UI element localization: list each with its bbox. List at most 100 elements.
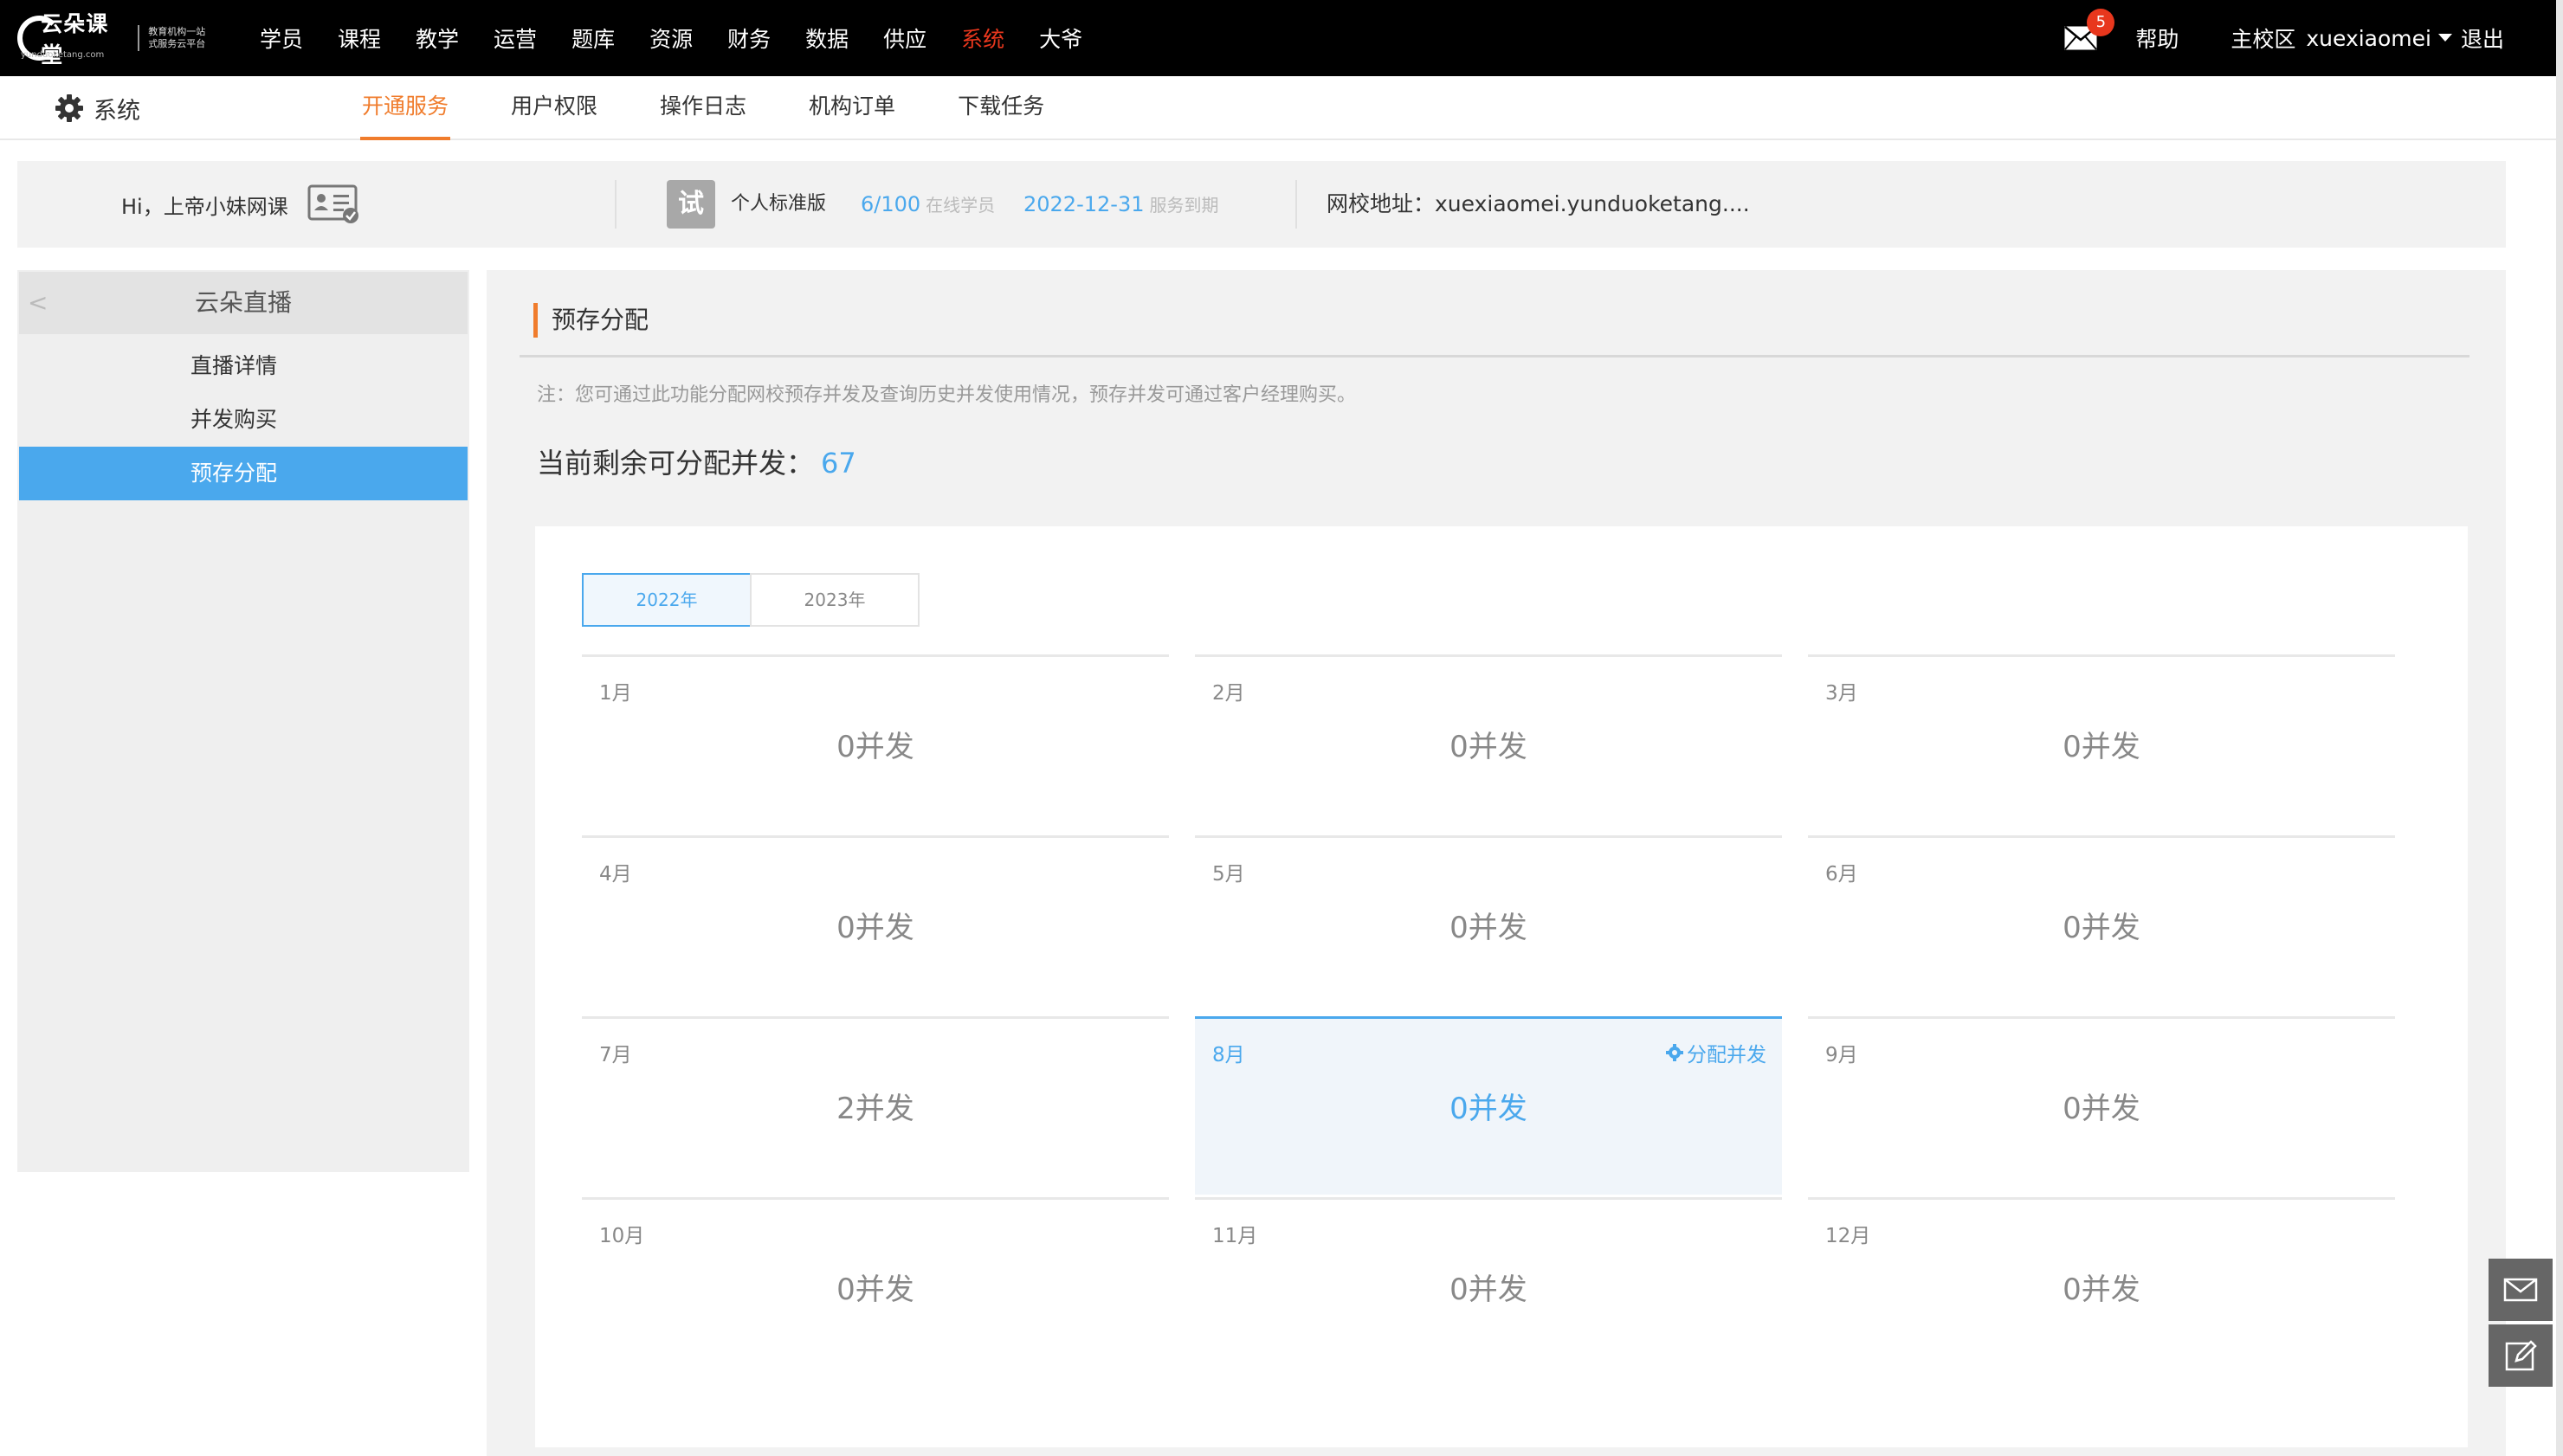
month-label: 12月	[1825, 1225, 1871, 1247]
allocation-card: 2022年 2023年 1月 0并发 2月 0并发 3月 0并发 4月 0并发 …	[535, 526, 2468, 1447]
chevron-left-icon[interactable]: <	[28, 272, 48, 334]
greeting-text: Hi，上帝小妹网课	[121, 194, 288, 219]
sidebar-item-concurrency-purchase[interactable]: 并发购买	[19, 393, 468, 447]
campus-label: 主校区	[2231, 27, 2296, 52]
assign-label: 分配并发	[1687, 1044, 1766, 1066]
tab-open-service[interactable]: 开通服务	[359, 76, 451, 140]
month-value: 0并发	[2063, 911, 2140, 945]
expire-date: 2022-12-31	[1023, 192, 1145, 216]
online-label: 在线学员	[926, 195, 996, 216]
site-url[interactable]: xuexiaomei.yunduoketang....	[1435, 191, 1750, 216]
month-value: 0并发	[2063, 1272, 2140, 1307]
section-header: 系统	[54, 76, 140, 140]
nav-item-finance[interactable]: 财务	[727, 23, 771, 54]
month-cell-highlighted[interactable]: 8月 分配并发 0并发	[1195, 1016, 1782, 1195]
month-value: 0并发	[836, 1272, 914, 1307]
expire-label: 服务到期	[1149, 195, 1219, 216]
window-scrollbar[interactable]	[2556, 0, 2563, 1456]
month-cell[interactable]: 11月 0并发	[1195, 1197, 1782, 1375]
tab-org-orders[interactable]: 机构订单	[809, 76, 895, 140]
gear-small-icon	[1666, 1044, 1683, 1061]
brand-logo[interactable]: 云朵课堂 yunduoketang.com 教育机构一站 式服务云平台	[17, 11, 208, 68]
month-cell[interactable]: 7月 2并发	[582, 1016, 1169, 1195]
nav-item-students[interactable]: 学员	[260, 23, 303, 54]
month-label: 1月	[599, 682, 632, 705]
tab-user-permissions[interactable]: 用户权限	[511, 76, 597, 140]
nav-item-system[interactable]: 系统	[961, 23, 1004, 54]
floating-edit-button[interactable]	[2489, 1324, 2553, 1387]
nav-item-supply[interactable]: 供应	[883, 23, 926, 54]
month-cell[interactable]: 4月 0并发	[582, 835, 1169, 1014]
greeting-area: Hi，上帝小妹网课	[121, 161, 361, 248]
year-button-2022[interactable]: 2022年	[582, 573, 752, 627]
service-expiry: 2022-12-31 服务到期	[1023, 161, 1218, 248]
sidebar-header: < 云朵直播	[19, 272, 468, 334]
month-cell[interactable]: 1月 0并发	[582, 654, 1169, 833]
sub-nav-bar: 系统 开通服务 用户权限 操作日志 机构订单 下载任务	[0, 76, 2556, 140]
remaining-concurrency: 当前剩余可分配并发： 67	[537, 441, 856, 481]
month-label: 10月	[599, 1225, 645, 1247]
online-count: 6/100	[861, 192, 921, 216]
month-cell[interactable]: 2月 0并发	[1195, 654, 1782, 833]
month-label: 9月	[1825, 1044, 1858, 1066]
month-label: 3月	[1825, 682, 1858, 705]
nav-item-courses[interactable]: 课程	[338, 23, 381, 54]
account-info-bar: Hi，上帝小妹网课 试 个人标准版 6/100 在线学员 2022-12-31 服务…	[17, 161, 2506, 248]
nav-item-data[interactable]: 数据	[805, 23, 849, 54]
school-site: 网校地址：xuexiaomei.yunduoketang....	[1327, 161, 1750, 248]
month-label: 2月	[1212, 682, 1245, 705]
month-cell[interactable]: 5月 0并发	[1195, 835, 1782, 1014]
envelope-icon	[2503, 1278, 2538, 1302]
year-button-2023[interactable]: 2023年	[750, 573, 920, 627]
nav-item-operations[interactable]: 运营	[494, 23, 537, 54]
month-value: 0并发	[1449, 1092, 1527, 1126]
logo-divider	[138, 25, 140, 51]
brand-slogan-line1: 教育机构一站	[148, 26, 206, 37]
nav-item-question-bank[interactable]: 题库	[571, 23, 615, 54]
tab-download-tasks[interactable]: 下载任务	[958, 76, 1044, 140]
month-value: 0并发	[1449, 911, 1527, 945]
site-label: 网校地址：	[1327, 191, 1436, 216]
page-title: 预存分配	[533, 303, 649, 338]
month-label: 4月	[599, 863, 632, 886]
info-divider-2	[1295, 180, 1297, 229]
nav-item-daye[interactable]: 大爷	[1039, 23, 1082, 54]
month-value: 0并发	[2063, 730, 2140, 764]
month-value: 0并发	[836, 911, 914, 945]
month-value: 0并发	[1449, 730, 1527, 764]
month-label: 8月	[1212, 1044, 1245, 1066]
nav-item-teaching[interactable]: 教学	[416, 23, 459, 54]
month-cell[interactable]: 9月 0并发	[1808, 1016, 2395, 1195]
logout-link[interactable]: 退出	[2461, 23, 2504, 54]
remaining-value: 67	[821, 447, 856, 480]
sidebar-item-live-details[interactable]: 直播详情	[19, 339, 468, 393]
floating-mail-button[interactable]	[2489, 1259, 2553, 1321]
brand-domain: yunduoketang.com	[21, 50, 105, 60]
title-divider	[520, 355, 2469, 358]
sub-tabs: 开通服务 用户权限 操作日志 机构订单 下载任务	[359, 76, 1107, 140]
note-text: 注：您可通过此功能分配网校预存并发及查询历史并发使用情况，预存并发可通过客户经理…	[537, 384, 1357, 406]
user-menu[interactable]: xuexiaomei	[2306, 26, 2461, 51]
help-link[interactable]: 帮助	[2135, 23, 2179, 54]
brand-slogan: 教育机构一站 式服务云平台	[148, 26, 208, 50]
year-switcher: 2022年 2023年	[582, 573, 920, 627]
tab-operation-log[interactable]: 操作日志	[660, 76, 746, 140]
id-card-icon[interactable]	[307, 184, 361, 224]
main-menu: 学员 课程 教学 运营 题库 资源 财务 数据 供应 系统 大爷	[260, 0, 1117, 76]
section-title: 系统	[94, 97, 140, 125]
nav-item-resources[interactable]: 资源	[649, 23, 693, 54]
top-nav-bar: 云朵课堂 yunduoketang.com 教育机构一站 式服务云平台 学员 课…	[0, 0, 2556, 76]
sidebar-title: 云朵直播	[194, 288, 292, 317]
month-cell[interactable]: 6月 0并发	[1808, 835, 2395, 1014]
month-label: 5月	[1212, 863, 1245, 886]
gear-icon	[55, 94, 83, 122]
month-cell[interactable]: 10月 0并发	[582, 1197, 1169, 1375]
month-cell[interactable]: 12月 0并发	[1808, 1197, 2395, 1375]
trial-badge: 试	[667, 180, 715, 229]
assign-concurrency-button[interactable]: 分配并发	[1666, 1038, 1766, 1067]
month-value: 0并发	[2063, 1092, 2140, 1126]
sidebar-item-prepaid-allocation[interactable]: 预存分配	[19, 447, 468, 500]
month-cell[interactable]: 3月 0并发	[1808, 654, 2395, 833]
mail-count-badge: 5	[2087, 9, 2115, 36]
mail-icon[interactable]: 5	[2064, 9, 2115, 50]
